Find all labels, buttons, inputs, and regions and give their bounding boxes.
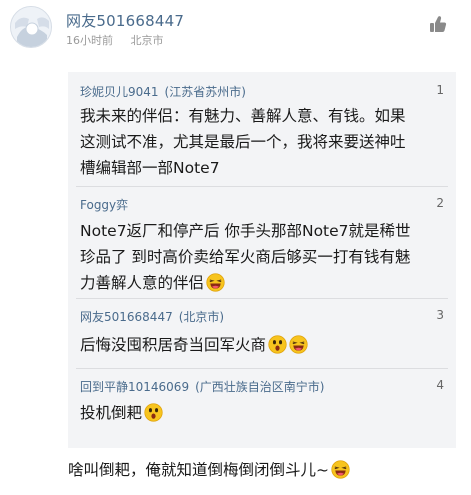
quote-author-location: (江苏省苏州市) [164,85,246,99]
quote-text: Note7返厂和停产后 你手头那部Note7就是稀世 珍品了 到时高价卖给军火商… [80,218,446,296]
quote-floor-number: 4 [436,378,444,392]
quote-author-name[interactable]: 回到平静10146069 [80,380,189,394]
default-avatar-icon[interactable] [10,6,52,48]
quote-author[interactable]: 网友501668447 (北京市) [80,308,224,325]
quote-item: Foggy弈 2 Note7返厂和停产后 你手头那部Note7就是稀世 珍品了 … [68,186,456,298]
quote-item: 网友501668447 (北京市) 3 后悔没囤积居奇当回军火商 [68,298,456,368]
quote-thread: 珍妮贝儿9041 (江苏省苏州市) 1 我未来的伴侣：有魅力、善解人意、有钱。如果… [68,72,456,448]
quote-floor-number: 1 [436,83,444,97]
quote-author-name[interactable]: 网友501668447 [80,310,173,324]
quote-text: 后悔没囤积居奇当回军火商 [80,332,446,358]
quote-line: 珍品了 到时高价卖给军火商后够买一打有钱有魅 [80,248,411,266]
quote-item: 珍妮贝儿9041 (江苏省苏州市) 1 我未来的伴侣：有魅力、善解人意、有钱。如果… [68,72,456,182]
quote-line: 力善解人意的伴侣 [80,274,205,292]
quote-author-location: (广西壮族自治区南宁市) [195,380,325,394]
quote-line: 后悔没囤积居奇当回军火商 [80,336,267,354]
thumbs-up-icon[interactable] [428,14,448,34]
quote-author[interactable]: 回到平静10146069 (广西壮族自治区南宁市) [80,378,324,395]
comment-location: 北京市 [130,34,164,47]
laughing-emoji-icon [206,273,225,292]
comment-username[interactable]: 网友501668447 [66,10,184,31]
quote-item: 回到平静10146069 (广西壮族自治区南宁市) 4 投机倒耙 [68,368,456,448]
comment-text: 啥叫倒耙，俺就知道倒梅倒闭倒斗儿~ [68,461,329,479]
quote-line: Note7返厂和停产后 你手头那部Note7就是稀世 [80,222,411,240]
quote-author-name[interactable]: Foggy弈 [80,198,128,212]
quote-text: 投机倒耙 [80,400,446,426]
comment-time: 16小时前 [66,34,113,47]
laughing-emoji-icon [289,335,308,354]
quote-author-name[interactable]: 珍妮贝儿9041 [80,85,159,99]
comment-meta: 16小时前 北京市 [66,32,178,48]
quote-line: 我未来的伴侣：有魅力、善解人意、有钱。如果 [80,107,406,125]
comment-body: 啥叫倒耙，俺就知道倒梅倒闭倒斗儿~ [68,458,350,480]
quote-floor-number: 3 [436,308,444,322]
comment-header: 网友501668447 16小时前 北京市 [0,0,471,60]
surprised-emoji-icon [268,335,287,354]
quote-line: 投机倒耙 [80,404,143,422]
quote-floor-number: 2 [436,196,444,210]
surprised-emoji-icon [144,403,163,422]
quote-line: 槽编辑部一部Note7 [80,159,220,177]
quote-author-location: (北京市) [178,310,225,324]
quote-line: 这测试不准，尤其是最后一个，我将来要送神吐 [80,133,406,151]
quote-author[interactable]: Foggy弈 [80,196,128,213]
quote-text: 我未来的伴侣：有魅力、善解人意、有钱。如果 这测试不准，尤其是最后一个，我将来要… [80,103,446,181]
laughing-emoji-icon [331,460,350,479]
quote-author[interactable]: 珍妮贝儿9041 (江苏省苏州市) [80,83,246,100]
